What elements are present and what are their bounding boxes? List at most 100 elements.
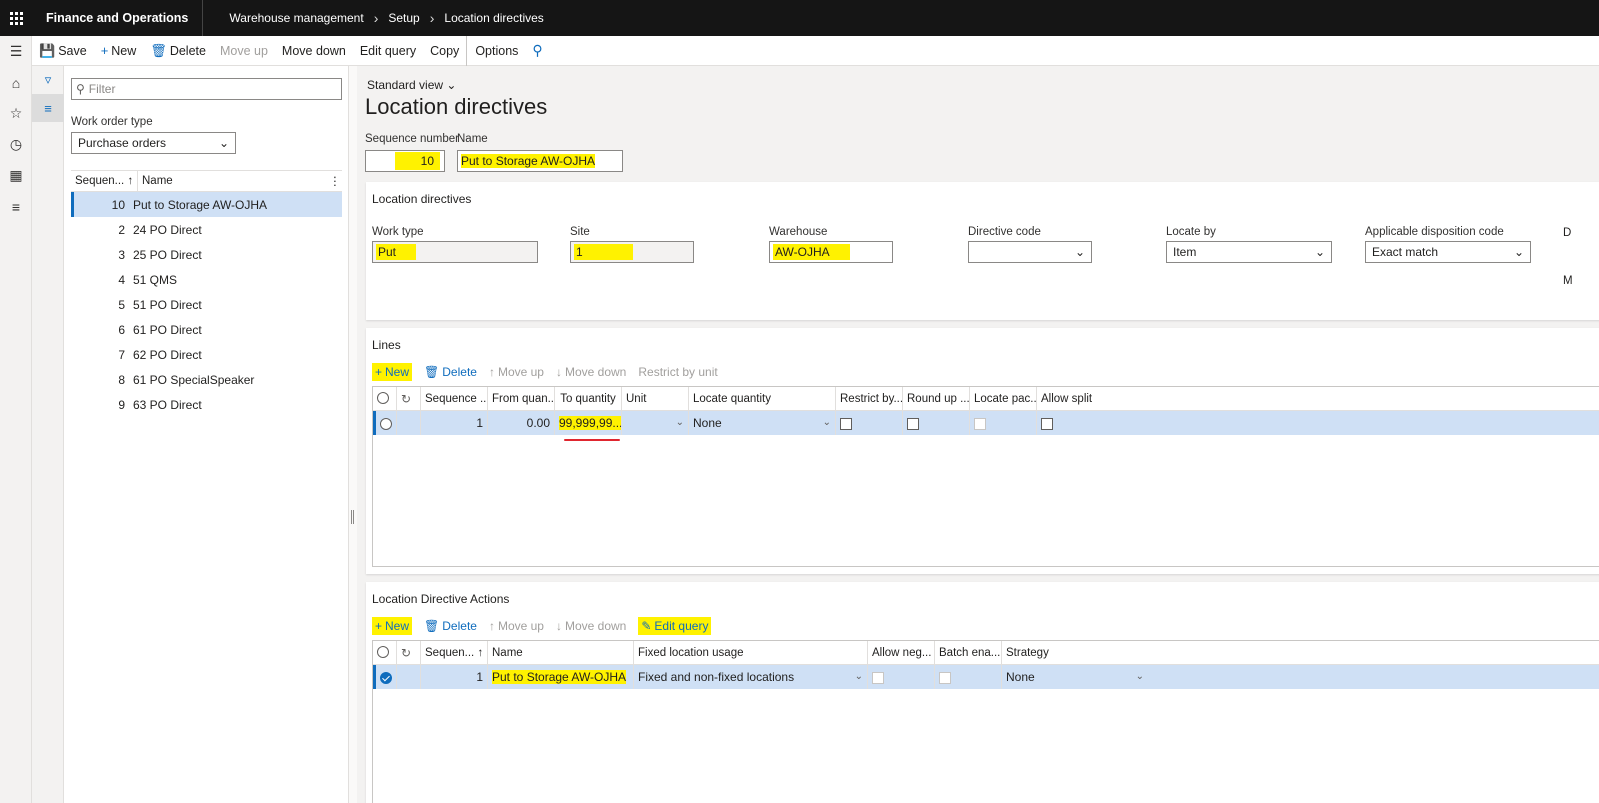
breadcrumb-location-directives[interactable]: Location directives	[444, 11, 543, 25]
col-locate-packing[interactable]: Locate pac...	[970, 386, 1037, 411]
list-item[interactable]: 8 61 PO SpecialSpeaker	[71, 367, 342, 392]
filter-input[interactable]: ⚲ Filter	[71, 78, 342, 100]
col-from-quantity[interactable]: From quan...	[488, 386, 555, 411]
app-title[interactable]: Finance and Operations	[32, 0, 204, 36]
cell-locate-quantity-select[interactable]: None ⌄	[689, 411, 836, 435]
cell-to-quantity[interactable]: 99,999,99...	[555, 411, 622, 435]
site-field[interactable]: 1	[570, 241, 694, 263]
page-title: Location directives	[365, 94, 548, 119]
work-order-type-select[interactable]: Purchase orders ⌄	[71, 132, 236, 154]
col-restrict-by[interactable]: Restrict by...	[836, 386, 903, 411]
col-name[interactable]: Name	[488, 640, 634, 665]
search-icon[interactable]: ⚲	[525, 36, 549, 66]
table-row[interactable]: 1 Put to Storage AW-OJHA Fixed and non-f…	[373, 665, 1599, 689]
section-title[interactable]: Lines	[372, 338, 401, 352]
select-all-radio[interactable]	[373, 386, 397, 411]
favorites-star-icon[interactable]: ☆	[0, 98, 32, 129]
breadcrumb-warehouse-management[interactable]: Warehouse management	[229, 11, 363, 25]
col-batch-enabled[interactable]: Batch ena...	[935, 640, 1002, 665]
move-down-button[interactable]: Move down	[275, 36, 353, 66]
list-item[interactable]: 4 51 QMS	[71, 267, 342, 292]
section-title[interactable]: Location Directive Actions	[372, 592, 509, 606]
cell-batch-enabled-checkbox[interactable]	[935, 665, 1002, 689]
cell-allow-split-checkbox[interactable]	[1037, 411, 1104, 435]
col-unit[interactable]: Unit	[622, 386, 689, 411]
save-button[interactable]: 💾 Save	[32, 36, 94, 66]
move-up-button[interactable]: Move up	[213, 36, 275, 66]
name-field[interactable]: Put to Storage AW-OJHA	[457, 150, 623, 172]
cell-locate-packing-checkbox[interactable]	[970, 411, 1037, 435]
directive-code-select[interactable]: ⌄	[968, 241, 1092, 263]
table-row[interactable]: 1 0.00 99,999,99... ⌄ None ⌄	[373, 411, 1599, 435]
warehouse-field[interactable]: AW-OJHA	[769, 241, 893, 263]
col-allow-split[interactable]: Allow split	[1037, 387, 1104, 411]
cell-fixed-location-usage-select[interactable]: Fixed and non-fixed locations ⌄	[634, 665, 868, 689]
cell-unit-select[interactable]: ⌄	[622, 411, 689, 435]
sequence-number-field[interactable]: 10	[365, 150, 445, 172]
list-item[interactable]: 6 61 PO Direct	[71, 317, 342, 342]
view-selector[interactable]: Standard view ⌄	[367, 78, 456, 92]
home-icon[interactable]: ⌂	[0, 67, 32, 98]
cell-from-quantity[interactable]: 0.00	[488, 411, 555, 435]
cell-name[interactable]: Put to Storage AW-OJHA	[488, 665, 634, 689]
more-options-icon[interactable]: ⋮	[328, 174, 342, 188]
actions-edit-query-button[interactable]: ✎ Edit query	[638, 617, 712, 635]
list-item[interactable]: 5 51 PO Direct	[71, 292, 342, 317]
section-title[interactable]: Location directives	[372, 192, 471, 206]
save-icon: 💾	[39, 42, 56, 58]
edit-query-button[interactable]: Edit query	[353, 36, 423, 66]
col-round-up[interactable]: Round up ...	[903, 386, 970, 411]
list-item[interactable]: 10 Put to Storage AW-OJHA	[71, 192, 342, 217]
col-to-quantity[interactable]: To quantity	[555, 386, 622, 411]
col-allow-negative[interactable]: Allow neg...	[868, 640, 935, 665]
actions-move-up-button[interactable]: ↑ Move up	[489, 619, 544, 633]
col-sequence[interactable]: Sequen... ↑	[421, 640, 488, 665]
delete-button[interactable]: 🗑 Delete	[143, 36, 213, 66]
work-type-field[interactable]: Put	[372, 241, 538, 263]
list-item[interactable]: 9 63 PO Direct	[71, 392, 342, 417]
panel-splitter[interactable]	[349, 66, 357, 803]
refresh-icon[interactable]: ↻	[397, 386, 421, 411]
recent-clock-icon[interactable]: ◷	[0, 129, 32, 160]
select-all-radio[interactable]	[373, 640, 397, 665]
cell-restrict-by-checkbox[interactable]	[836, 411, 903, 435]
list-view-icon[interactable]: ≡	[32, 94, 64, 122]
cell-sequence[interactable]: 1	[421, 665, 488, 689]
list-col-sequence[interactable]: Sequen... ↑	[71, 170, 138, 192]
disposition-code-select[interactable]: Exact match ⌄	[1365, 241, 1531, 263]
lines-move-up-button[interactable]: ↑ Move up	[489, 365, 544, 379]
app-launcher-icon[interactable]	[0, 0, 32, 36]
cell-round-up-checkbox[interactable]	[903, 411, 970, 435]
options-tab[interactable]: Options	[466, 35, 525, 66]
col-locate-quantity[interactable]: Locate quantity	[689, 386, 836, 411]
col-sequence[interactable]: Sequence ...	[421, 386, 488, 411]
lines-restrict-by-unit-button[interactable]: Restrict by unit	[638, 365, 717, 379]
col-fixed-location-usage[interactable]: Fixed location usage	[634, 640, 868, 665]
col-strategy[interactable]: Strategy	[1002, 641, 1148, 665]
lines-move-down-button[interactable]: ↓ Move down	[556, 365, 626, 379]
actions-delete-button[interactable]: 🗑 Delete	[424, 619, 477, 633]
lines-delete-button[interactable]: 🗑 Delete	[424, 365, 477, 379]
list-item[interactable]: 7 62 PO Direct	[71, 342, 342, 367]
cell-allow-negative-checkbox[interactable]	[868, 665, 935, 689]
lines-new-button[interactable]: + New	[372, 363, 413, 381]
list-item[interactable]: 2 24 PO Direct	[71, 217, 342, 242]
cell-sequence[interactable]: 1	[421, 411, 488, 435]
locate-by-label: Locate by	[1166, 226, 1216, 238]
hamburger-menu-icon[interactable]: ☰	[0, 36, 32, 67]
list-col-name[interactable]: Name	[138, 175, 328, 187]
new-button[interactable]: + New	[94, 36, 144, 66]
row-select-radio[interactable]	[376, 665, 397, 689]
breadcrumb-setup[interactable]: Setup	[388, 11, 419, 25]
filter-funnel-icon[interactable]: ▿	[32, 66, 64, 94]
copy-button[interactable]: Copy	[423, 36, 466, 66]
actions-move-down-button[interactable]: ↓ Move down	[556, 619, 626, 633]
list-item[interactable]: 3 25 PO Direct	[71, 242, 342, 267]
modules-list-icon[interactable]: ≡	[0, 191, 32, 222]
actions-new-button[interactable]: + New	[372, 617, 413, 635]
row-select-radio[interactable]	[376, 411, 397, 435]
refresh-icon[interactable]: ↻	[397, 640, 421, 665]
cell-strategy-select[interactable]: None ⌄	[1002, 665, 1148, 689]
locate-by-select[interactable]: Item ⌄	[1166, 241, 1332, 263]
workspaces-icon[interactable]: ▦	[0, 160, 32, 191]
